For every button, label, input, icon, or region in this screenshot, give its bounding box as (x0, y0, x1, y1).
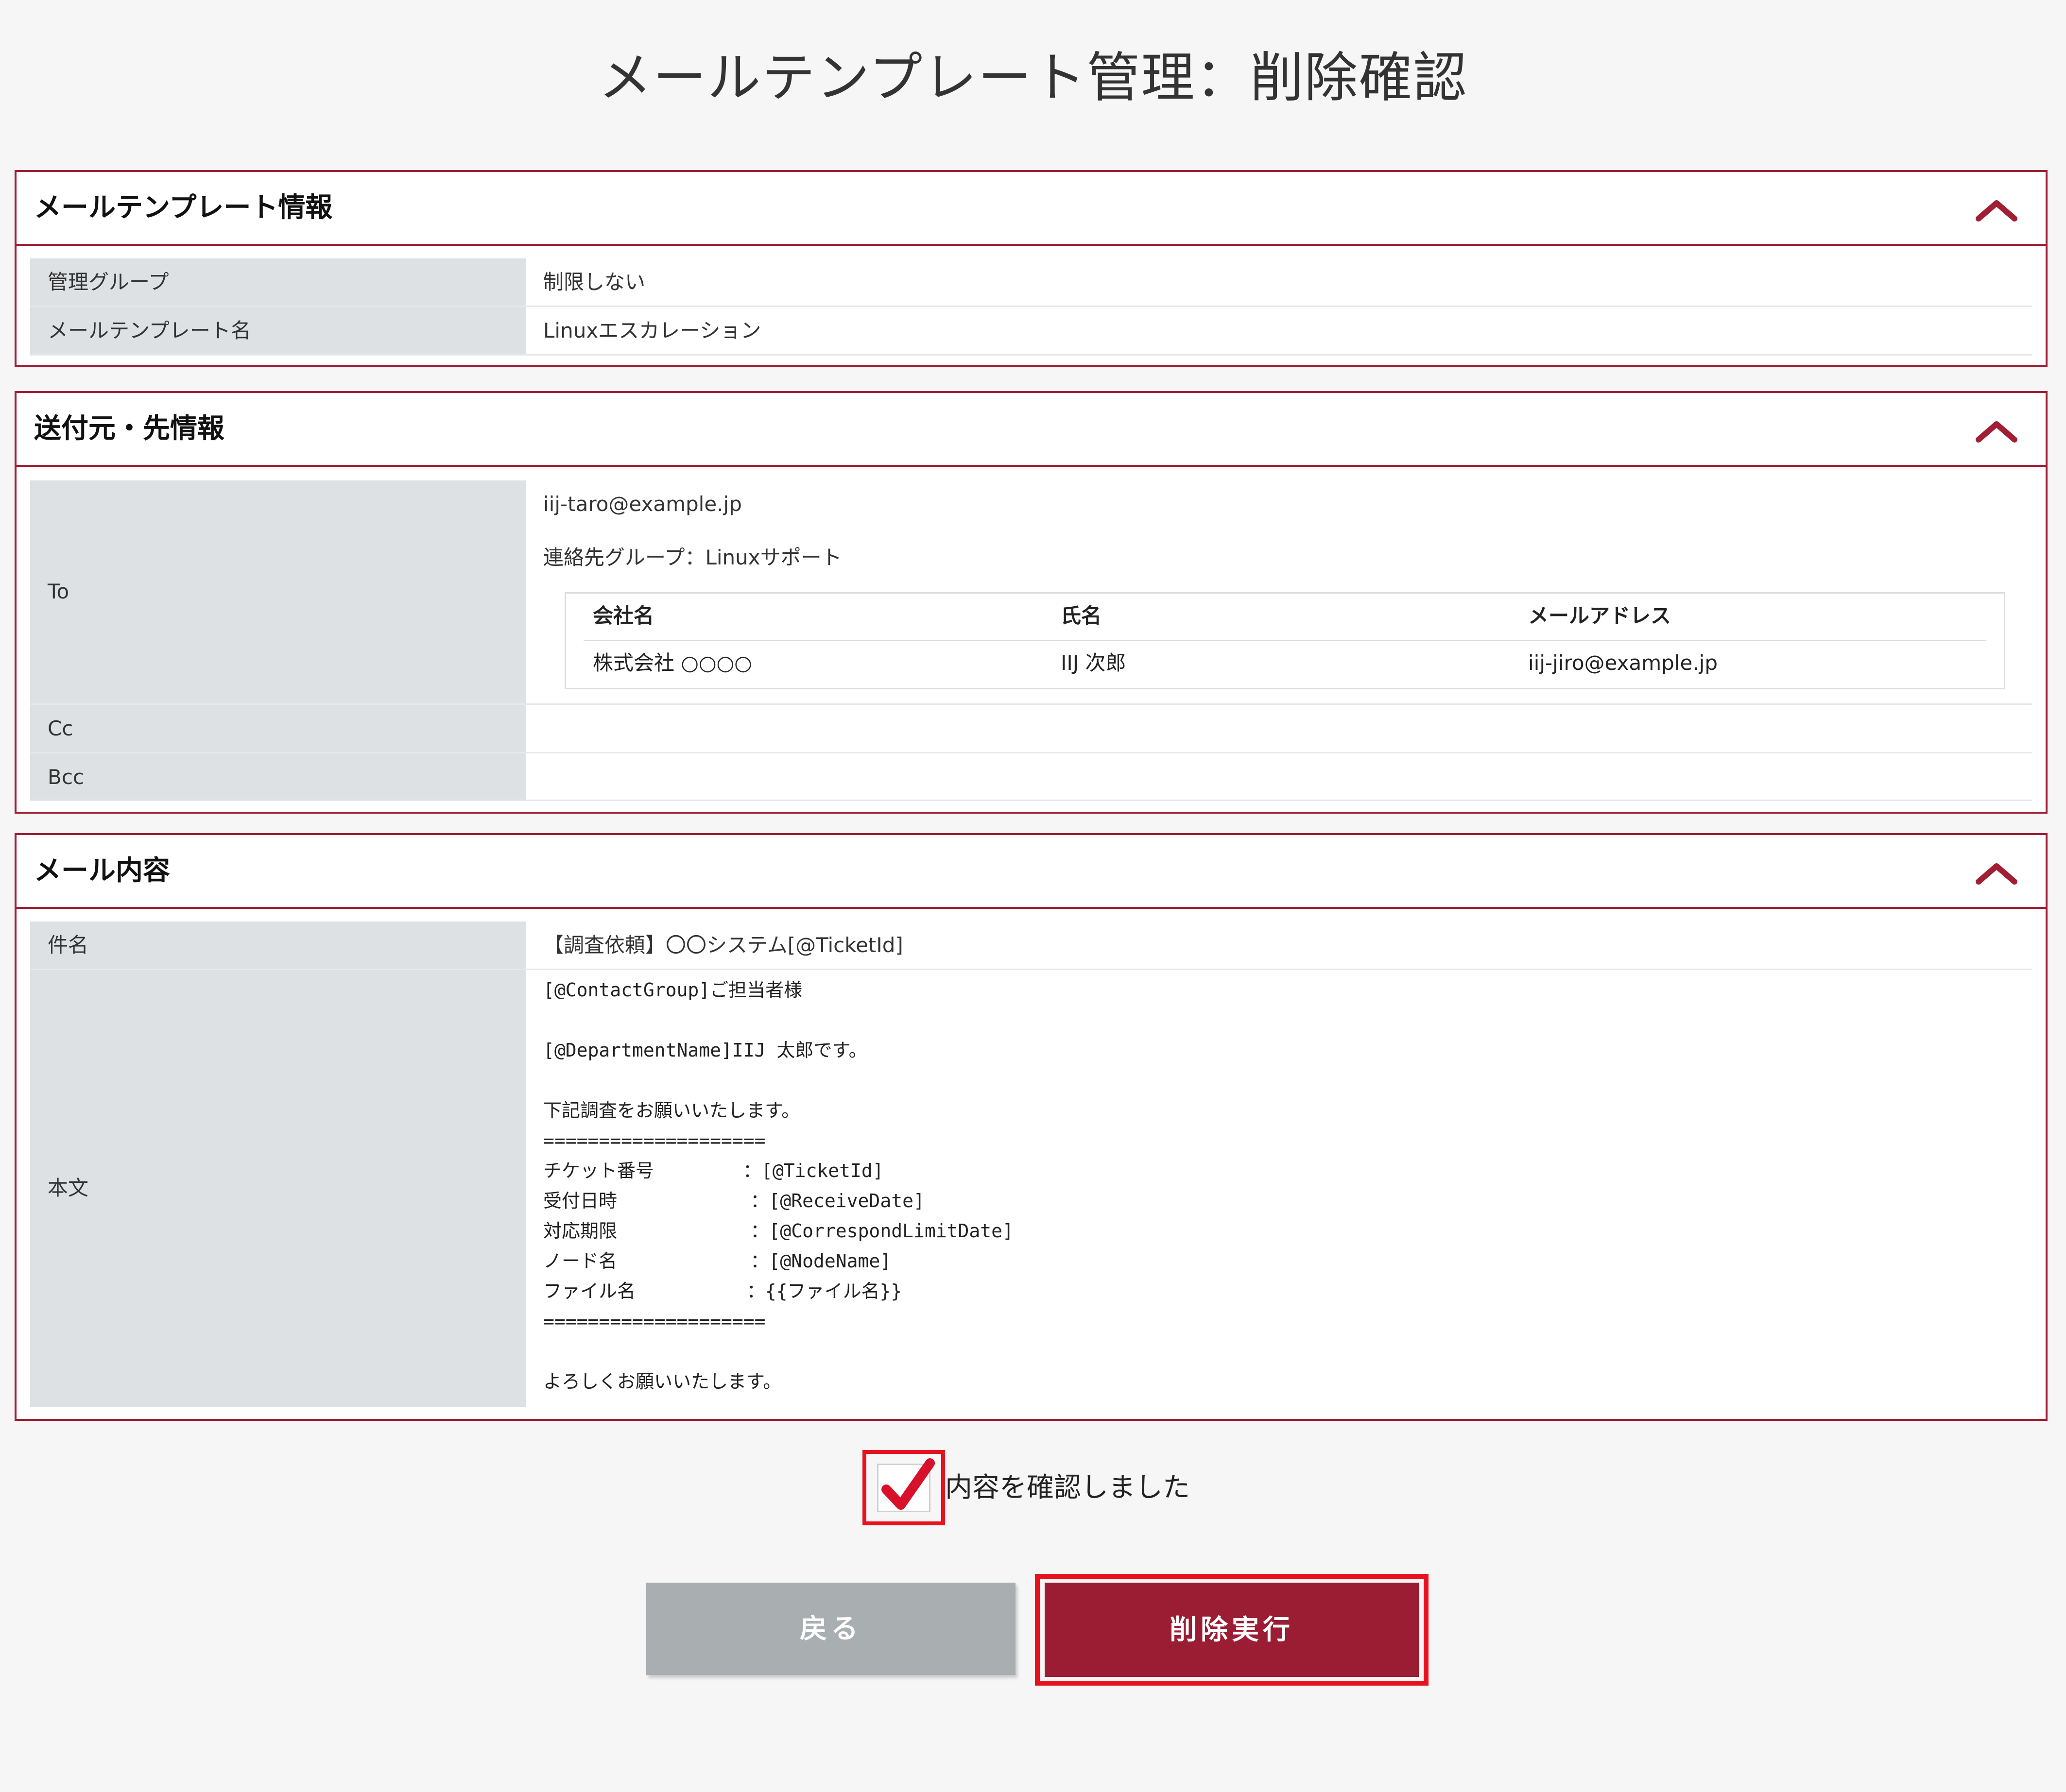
mail-content-panel: メール内容 件名 【調査依頼】〇〇システム[@TicketId] 本文 [@Co… (15, 833, 2048, 1421)
mail-body-text: [@ContactGroup]ご担当者様 [@DepartmentName]II… (543, 979, 1014, 1392)
value-management-group: 制限しない (543, 270, 646, 294)
checkbox-box (877, 1458, 935, 1512)
chevron-up-icon[interactable] (1975, 860, 2018, 885)
label-body: 本文 (48, 1176, 89, 1200)
template-info-header[interactable]: メールテンプレート情報 (17, 172, 2046, 246)
value-subject: 【調査依頼】〇〇システム[@TicketId] (543, 933, 903, 957)
label-bcc: Bcc (48, 765, 84, 789)
mail-content-rows: 件名 【調査依頼】〇〇システム[@TicketId] 本文 [@ContactG… (30, 922, 2032, 1407)
row-value (526, 753, 2032, 800)
chevron-up-icon[interactable] (1975, 197, 2018, 222)
row-bcc: Bcc (30, 753, 2032, 801)
contact-group-table: 会社名 氏名 メールアドレス 株式会社 ○○○○ IIJ 次郎 iij-jiro… (565, 592, 2005, 689)
cell-company: 株式会社 ○○○○ (593, 651, 752, 675)
confirm-label[interactable]: 内容を確認しました (945, 1469, 1190, 1506)
row-value (526, 705, 2032, 752)
row-subject: 件名 【調査依頼】〇〇システム[@TicketId] (30, 922, 2032, 970)
template-info-panel: メールテンプレート情報 管理グループ 制限しない メールテンプレート名 Linu… (15, 170, 2048, 367)
row-to: To iij-taro@example.jp 連絡先グループ：Linuxサポート… (30, 480, 2032, 705)
confirm-checkbox[interactable] (862, 1450, 945, 1525)
label-to: To (48, 580, 69, 603)
row-value: 【調査依頼】〇〇システム[@TicketId] (526, 922, 2032, 969)
row-value: iij-taro@example.jp 連絡先グループ：Linuxサポート 会社… (526, 480, 2032, 703)
row-label: 管理グループ (30, 258, 526, 306)
template-info-title: メールテンプレート情報 (34, 192, 333, 223)
row-label: 件名 (30, 922, 526, 969)
cell-email: iij-jiro@example.jp (1528, 651, 1718, 675)
sender-info-header[interactable]: 送付元・先情報 (17, 393, 2046, 467)
mail-content-title: メール内容 (34, 855, 170, 887)
row-value: 制限しない (526, 258, 2032, 306)
row-label: To (30, 480, 526, 703)
label-subject: 件名 (48, 933, 89, 957)
cell-name: IIJ 次郎 (1061, 651, 1126, 675)
row-label: メールテンプレート名 (30, 307, 526, 354)
row-body: 本文 [@ContactGroup]ご担当者様 [@DepartmentName… (30, 970, 2032, 1407)
header-email: メールアドレス (1528, 604, 1671, 628)
page: メールテンプレート管理：削除確認 メールテンプレート情報 管理グループ 制限しな… (0, 0, 2066, 1792)
row-value: Linuxエスカレーション (526, 307, 2032, 354)
template-info-rows: 管理グループ 制限しない メールテンプレート名 Linuxエスカレーション (30, 258, 2032, 356)
checkmark-icon (881, 1458, 935, 1510)
confirm-checkbox-group: 内容を確認しました (862, 1450, 1251, 1525)
sender-info-panel: 送付元・先情報 To iij-taro@example.jp 連絡先グループ：L… (15, 391, 2048, 814)
to-contact-group: 連絡先グループ：Linuxサポート (543, 546, 842, 569)
label-cc: Cc (48, 717, 73, 740)
table-divider (584, 640, 1986, 641)
sender-info-rows: To iij-taro@example.jp 連絡先グループ：Linuxサポート… (30, 480, 2032, 801)
row-value: [@ContactGroup]ご担当者様 [@DepartmentName]II… (526, 970, 2032, 1407)
row-cc: Cc (30, 705, 2032, 753)
back-button[interactable]: 戻る (646, 1583, 1016, 1675)
row-label: Cc (30, 705, 526, 752)
delete-execute-button[interactable]: 削除実行 (1045, 1583, 1419, 1677)
row-template-name: メールテンプレート名 Linuxエスカレーション (30, 307, 2032, 356)
chevron-up-icon[interactable] (1975, 418, 2018, 443)
sender-info-title: 送付元・先情報 (34, 413, 224, 444)
row-management-group: 管理グループ 制限しない (30, 258, 2032, 307)
value-template-name: Linuxエスカレーション (543, 319, 761, 342)
to-address: iij-taro@example.jp (543, 492, 742, 516)
header-name: 氏名 (1061, 604, 1102, 628)
label-template-name: メールテンプレート名 (48, 319, 251, 342)
label-management-group: 管理グループ (48, 270, 169, 294)
row-label: 本文 (30, 970, 526, 1407)
mail-content-header[interactable]: メール内容 (17, 835, 2046, 909)
header-company: 会社名 (593, 604, 654, 628)
page-title: メールテンプレート管理：削除確認 (598, 47, 1468, 109)
row-label: Bcc (30, 753, 526, 800)
